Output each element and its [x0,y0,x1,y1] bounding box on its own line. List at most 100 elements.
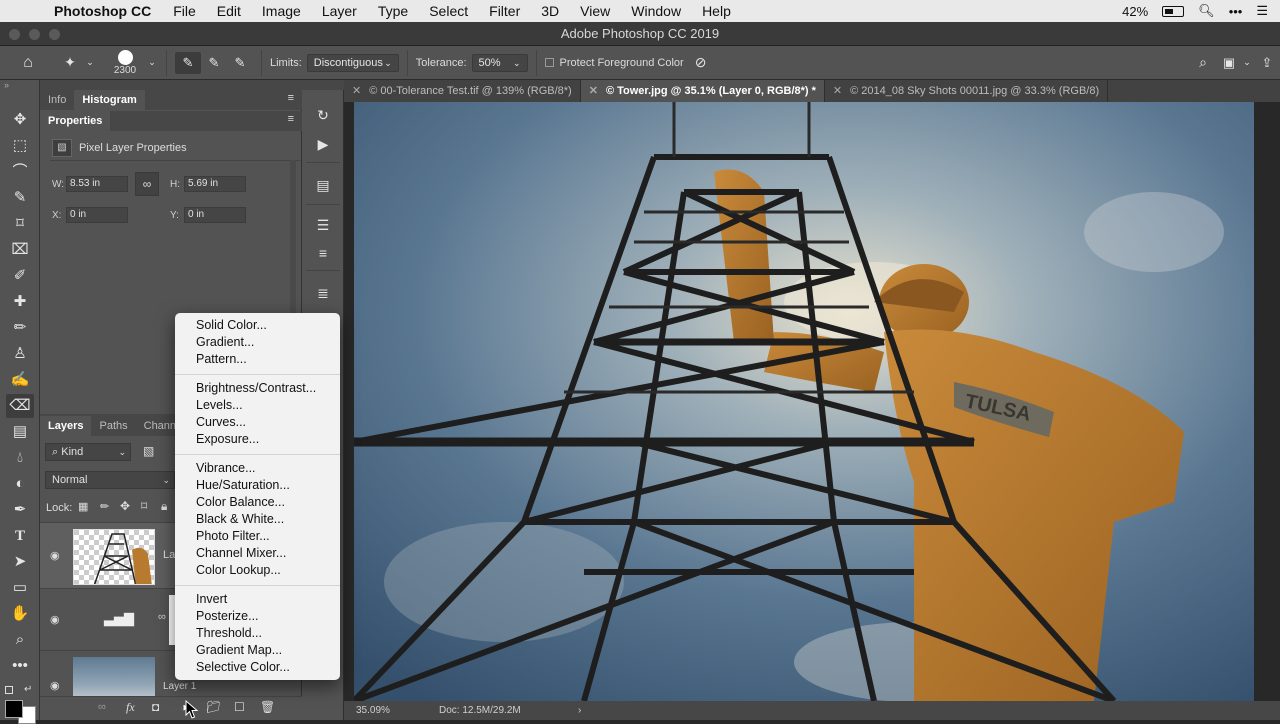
zoom-level[interactable]: 35.09% [356,701,390,720]
layer-filter-kind[interactable]: ⌕ Kind ⌄ [45,443,131,461]
home-icon[interactable]: ⌂ [0,54,56,72]
history-brush-tool-icon[interactable]: ✍ [6,368,34,392]
path-selection-tool-icon[interactable]: ➤ [6,550,34,574]
sample-once-icon[interactable]: ✎ [201,55,227,71]
rectangle-tool-icon[interactable]: ▭ [6,576,34,600]
chevron-down-icon[interactable]: ⌄ [146,57,158,68]
app-menu[interactable]: Photoshop CC [54,3,151,19]
lock-artboard-icon[interactable]: ⌑ [141,499,147,513]
document-canvas[interactable]: TULSA [354,102,1254,701]
menu-item-pattern[interactable]: Pattern... [196,351,247,368]
clone-stamp-tool-icon[interactable]: ♙ [6,342,34,366]
close-tab-icon[interactable]: ✕ [833,85,842,97]
menu-item-black-white[interactable]: Black & White... [196,511,284,528]
menu-item-invert[interactable]: Invert [196,591,227,608]
layer-style-icon[interactable]: fx [126,700,135,715]
pen-tool-icon[interactable]: ✒ [6,498,34,522]
width-field[interactable]: 8.53 in [66,176,128,192]
limits-dropdown[interactable]: Discontiguous ⌄ [306,53,399,72]
sample-background-icon[interactable]: ✎ [227,55,253,71]
menu-item-color-lookup[interactable]: Color Lookup... [196,562,281,579]
y-field[interactable]: 0 in [184,207,246,223]
tool-preset-icon[interactable]: ✦ [56,54,84,71]
filter-pixel-icon[interactable]: ▧ [143,444,154,458]
swap-colors-icon[interactable]: ↵ [24,684,32,695]
menu-item-channel-mixer[interactable]: Channel Mixer... [196,545,286,562]
status-menu-arrow-icon[interactable]: › [578,701,581,720]
marquee-tool-icon[interactable]: ⬚ [6,134,34,158]
crop-tool-icon[interactable]: ⌑ [6,212,34,236]
doc-tab-tolerance[interactable]: ✕ © 00-Tolerance Test.tif @ 139% (RGB/8*) [344,80,581,102]
search-icon[interactable]: ⌕ [1188,54,1218,71]
close-window-button[interactable] [9,29,20,40]
menu-item-selective-color[interactable]: Selective Color... [196,659,290,676]
workspace-icon[interactable]: ▣ [1218,55,1240,71]
adjustments-panel-icon[interactable]: ≡ [311,242,335,264]
battery-icon[interactable] [1162,5,1185,17]
menu-item-levels[interactable]: Levels... [196,397,243,414]
lock-transparent-icon[interactable]: ▦ [78,500,88,513]
menu-help[interactable]: Help [702,3,731,19]
move-tool-icon[interactable]: ✥ [6,108,34,132]
close-tab-icon[interactable]: ✕ [589,85,598,97]
spotlight-search-icon[interactable]: 🔍︎ [1198,3,1215,19]
type-tool-icon[interactable]: T [6,524,34,548]
zoom-window-button[interactable] [49,29,60,40]
menu-item-gradient[interactable]: Gradient... [196,334,254,351]
eraser-tool-icon[interactable]: ⌫ [6,394,34,418]
hand-tool-icon[interactable]: ✋ [6,602,34,626]
delete-layer-icon[interactable]: 🗑︎ [260,700,275,714]
gradient-tool-icon[interactable]: ▤ [6,420,34,444]
tolerance-field[interactable]: 50% ⌄ [471,53,528,72]
minimize-window-button[interactable] [29,29,40,40]
blend-mode-dropdown[interactable]: Normal ⌄ [45,471,175,489]
tab-properties[interactable]: Properties [40,111,111,131]
link-layers-icon[interactable]: ∞ [98,701,106,713]
frame-tool-icon[interactable]: ⌧ [6,238,34,262]
tab-layers[interactable]: Layers [40,416,92,436]
more-icon[interactable]: ••• [1229,4,1243,19]
zoom-tool-icon[interactable]: ⌕ [6,628,34,652]
actions-panel-icon[interactable]: ▶ [311,133,335,155]
tab-paths[interactable]: Paths [91,416,135,436]
visibility-eye-icon[interactable]: ◉ [50,679,60,692]
menu-item-vibrance[interactable]: Vibrance... [196,460,256,477]
menu-type[interactable]: Type [378,3,408,19]
menu-edit[interactable]: Edit [217,3,241,19]
layer-name[interactable]: La [163,549,175,561]
menu-3d[interactable]: 3D [541,3,559,19]
layer-name[interactable]: Layer 1 [163,681,196,692]
menu-item-hue-saturation[interactable]: Hue/Saturation... [196,477,290,494]
chain-link-icon[interactable]: ∞ [158,611,166,623]
history-panel-icon[interactable]: ↻ [311,104,335,126]
dodge-tool-icon[interactable]: ◐ [6,472,34,496]
menu-select[interactable]: Select [429,3,468,19]
add-mask-icon[interactable]: ◘ [152,700,159,714]
default-colors-icon[interactable] [5,686,13,694]
height-field[interactable]: 5.69 in [184,176,246,192]
healing-brush-tool-icon[interactable]: ✚ [6,290,34,314]
menu-image[interactable]: Image [262,3,301,19]
visibility-eye-icon[interactable]: ◉ [50,613,60,626]
menu-item-gradient-map[interactable]: Gradient Map... [196,642,282,659]
dock-drag-strip[interactable] [302,80,344,90]
brushes-panel-icon[interactable]: ☰ [311,214,335,236]
panel-menu-icon[interactable]: ≡ [288,92,294,104]
panel-menu-icon[interactable]: ≡ [288,113,294,125]
panel-drag-strip[interactable] [40,80,302,90]
lock-position-icon[interactable]: ✥ [120,499,130,513]
lock-image-icon[interactable]: ✏ [100,500,109,513]
libraries-panel-icon[interactable]: ▤ [311,174,335,196]
foreground-color-swatch[interactable] [5,700,23,718]
menu-window[interactable]: Window [631,3,681,19]
collapse-toolbar-icon[interactable]: » [4,80,9,90]
menu-item-exposure[interactable]: Exposure... [196,431,259,448]
menu-layer[interactable]: Layer [322,3,357,19]
menu-item-threshold[interactable]: Threshold... [196,625,262,642]
link-dimensions-icon[interactable]: ∞ [135,172,159,196]
blur-tool-icon[interactable]: 💧︎ [6,446,34,470]
brush-tool-icon[interactable]: ✏ [6,316,34,340]
chevron-down-icon[interactable]: ⌄ [84,57,96,68]
eyedropper-tool-icon[interactable]: ✐ [6,264,34,288]
menu-item-brightness-contrast[interactable]: Brightness/Contrast... [196,380,316,397]
